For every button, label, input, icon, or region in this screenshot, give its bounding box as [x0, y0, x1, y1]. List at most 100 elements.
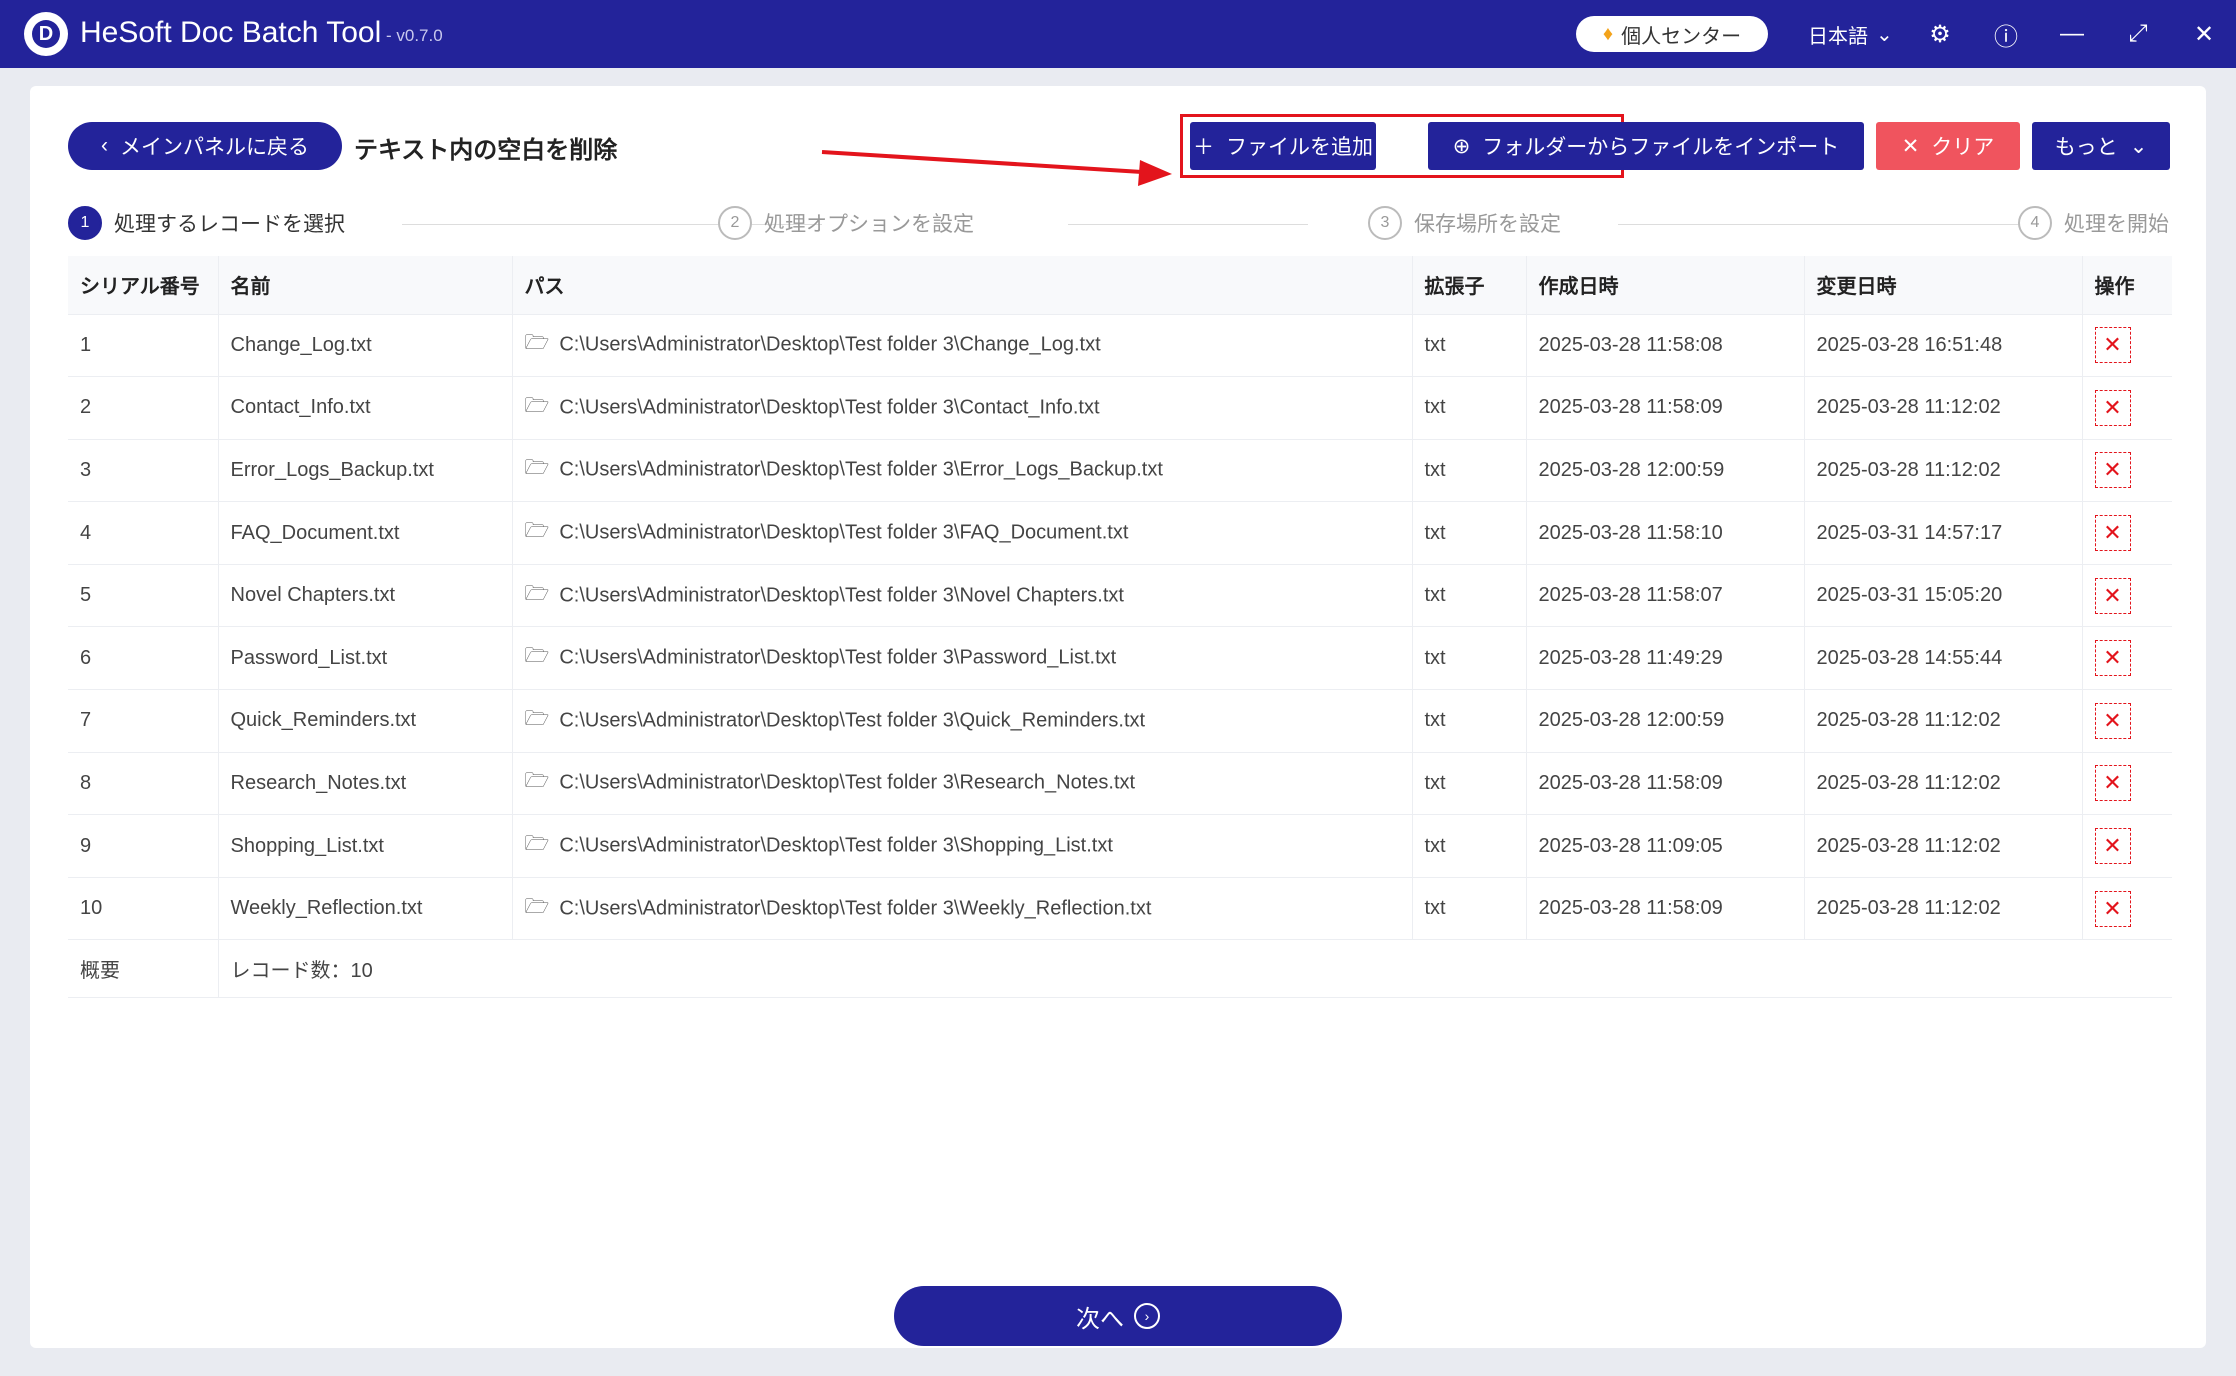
header-name: 名前: [218, 256, 513, 315]
delete-row-button[interactable]: ✕: [2094, 577, 2131, 614]
cell-path: 🗁 C:\Users\Administrator\Desktop\Test fol…: [512, 501, 1413, 565]
cell-created: 2025-03-28 11:58:09: [1526, 877, 1805, 941]
folder-icon[interactable]: 🗁: [525, 516, 550, 550]
folder-icon[interactable]: 🗁: [525, 641, 550, 675]
cell-modified: 2025-03-28 14:55:44: [1804, 626, 2083, 691]
summary-row: 概要 レコード数：10: [68, 939, 2172, 999]
cell-path: 🗁 C:\Users\Administrator\Desktop\Test fol…: [512, 877, 1413, 941]
delete-row-button[interactable]: ✕: [2094, 640, 2131, 677]
add-file-button[interactable]: ＋ ファイルを追加: [1190, 122, 1376, 170]
step-indicator: 1 処理するレコードを選択 2 処理オプションを設定 3 保存場所を設定 4 処…: [68, 206, 2172, 246]
path-text: C:\Users\Administrator\Desktop\Test fold…: [559, 646, 1117, 669]
close-icon[interactable]: ✕: [2186, 16, 2222, 52]
step-2: 2 処理オプションを設定: [718, 206, 974, 240]
delete-row-button[interactable]: ✕: [2094, 765, 2131, 802]
cell-modified: 2025-03-28 11:12:02: [1804, 814, 2083, 878]
cell-serial: 5: [68, 564, 219, 628]
cell-serial: 4: [68, 501, 219, 565]
summary-label: 概要: [68, 939, 219, 999]
clear-label: クリア: [1931, 136, 1995, 159]
cell-op: ✕: [2082, 626, 2172, 691]
folder-icon[interactable]: 🗁: [525, 829, 550, 863]
profile-center-button[interactable]: ♦ 個人センター: [1576, 16, 1768, 52]
cell-created: 2025-03-28 11:09:05: [1526, 814, 1805, 878]
chevron-down-icon: ⌄: [1876, 24, 1893, 46]
delete-row-button[interactable]: ✕: [2094, 828, 2131, 865]
cell-name: Research_Notes.txt: [218, 752, 513, 816]
cell-modified: 2025-03-28 11:12:02: [1804, 439, 2083, 503]
delete-row-button[interactable]: ✕: [2094, 452, 2131, 489]
folder-icon[interactable]: 🗁: [525, 391, 550, 425]
delete-row-button[interactable]: ✕: [2094, 327, 2131, 364]
cell-path: 🗁 C:\Users\Administrator\Desktop\Test fol…: [512, 814, 1413, 878]
cell-op: ✕: [2082, 501, 2172, 565]
minimize-icon[interactable]: —: [2054, 16, 2090, 52]
path-text: C:\Users\Administrator\Desktop\Test fold…: [559, 709, 1146, 732]
cell-created: 2025-03-28 12:00:59: [1526, 689, 1805, 753]
cell-name: Quick_Reminders.txt: [218, 689, 513, 753]
folder-icon[interactable]: 🗁: [525, 328, 550, 362]
summary-value: レコード数：10: [218, 939, 2172, 999]
arrow-right-circle-icon: ›: [1134, 1303, 1160, 1329]
header-ext: 拡張子: [1412, 256, 1527, 315]
step-3: 3 保存場所を設定: [1368, 206, 1561, 240]
import-folder-button[interactable]: ⊕ フォルダーからファイルをインポート: [1428, 122, 1864, 170]
step-label: 処理オプションを設定: [764, 213, 974, 236]
app-version: - v0.7.0: [386, 26, 443, 45]
more-button[interactable]: もっと ⌄: [2032, 122, 2170, 170]
delete-row-button[interactable]: ✕: [2094, 702, 2131, 739]
cell-serial: 6: [68, 626, 219, 691]
table-row: 8 Research_Notes.txt 🗁 C:\Users\Administrat…: [68, 752, 2172, 816]
delete-row-button[interactable]: ✕: [2094, 890, 2131, 927]
cell-ext: txt: [1412, 877, 1527, 941]
cell-ext: txt: [1412, 814, 1527, 878]
table-row: 4 FAQ_Document.txt 🗁 C:\Users\Administrator…: [68, 501, 2172, 565]
cell-ext: txt: [1412, 439, 1527, 503]
help-icon[interactable]: ⓘ: [1988, 16, 2024, 52]
folder-icon[interactable]: 🗁: [525, 892, 550, 926]
table-row: 2 Contact_Info.txt 🗁 C:\Users\Administrator…: [68, 376, 2172, 440]
table-header-row: シリアル番号 名前 パス 拡張子 作成日時 変更日時 操作: [68, 256, 2172, 315]
cell-serial: 1: [68, 314, 219, 378]
plus-icon: ＋: [1193, 136, 1214, 159]
path-text: C:\Users\Administrator\Desktop\Test fold…: [559, 396, 1100, 419]
gear-icon[interactable]: ⚙: [1922, 16, 1958, 52]
cell-created: 2025-03-28 11:58:08: [1526, 314, 1805, 378]
folder-icon[interactable]: 🗁: [525, 453, 550, 487]
clear-button[interactable]: ✕ クリア: [1876, 122, 2020, 170]
delete-row-button[interactable]: ✕: [2094, 389, 2131, 426]
step-divider: [1618, 224, 2028, 225]
cell-serial: 3: [68, 439, 219, 503]
cell-modified: 2025-03-28 11:12:02: [1804, 689, 2083, 753]
back-to-main-button[interactable]: ‹ メインパネルに戻る: [68, 122, 342, 170]
folder-icon[interactable]: 🗁: [525, 704, 550, 738]
cell-name: Novel Chapters.txt: [218, 564, 513, 628]
plus-circle-icon: ⊕: [1452, 134, 1471, 158]
cell-ext: txt: [1412, 689, 1527, 753]
folder-icon[interactable]: 🗁: [525, 579, 550, 613]
diamond-icon: ♦: [1602, 22, 1614, 45]
language-select[interactable]: 日本語 ⌄: [1808, 20, 1893, 49]
close-icon: ✕: [1901, 134, 1920, 158]
delete-row-button[interactable]: ✕: [2094, 515, 2131, 552]
cell-name: Error_Logs_Backup.txt: [218, 439, 513, 503]
cell-op: ✕: [2082, 877, 2172, 941]
cell-created: 2025-03-28 11:58:09: [1526, 752, 1805, 816]
path-text: C:\Users\Administrator\Desktop\Test fold…: [559, 521, 1129, 544]
cell-name: FAQ_Document.txt: [218, 501, 513, 565]
cell-modified: 2025-03-31 15:05:20: [1804, 564, 2083, 628]
cell-name: Password_List.txt: [218, 626, 513, 691]
folder-icon[interactable]: 🗁: [525, 766, 550, 800]
cell-created: 2025-03-28 11:58:09: [1526, 376, 1805, 440]
maximize-icon[interactable]: ⤢: [2120, 16, 2156, 52]
next-button[interactable]: 次へ ›: [894, 1286, 1342, 1346]
table-row: 5 Novel Chapters.txt 🗁 C:\Users\Administrat…: [68, 564, 2172, 628]
next-label: 次へ: [1076, 1305, 1124, 1333]
cell-path: 🗁 C:\Users\Administrator\Desktop\Test fol…: [512, 626, 1413, 691]
chevron-left-icon: ‹: [101, 134, 108, 157]
cell-op: ✕: [2082, 752, 2172, 816]
app-logo-icon: D: [24, 12, 68, 56]
step-number: 1: [68, 206, 102, 240]
cell-created: 2025-03-28 11:58:07: [1526, 564, 1805, 628]
cell-ext: txt: [1412, 314, 1527, 378]
